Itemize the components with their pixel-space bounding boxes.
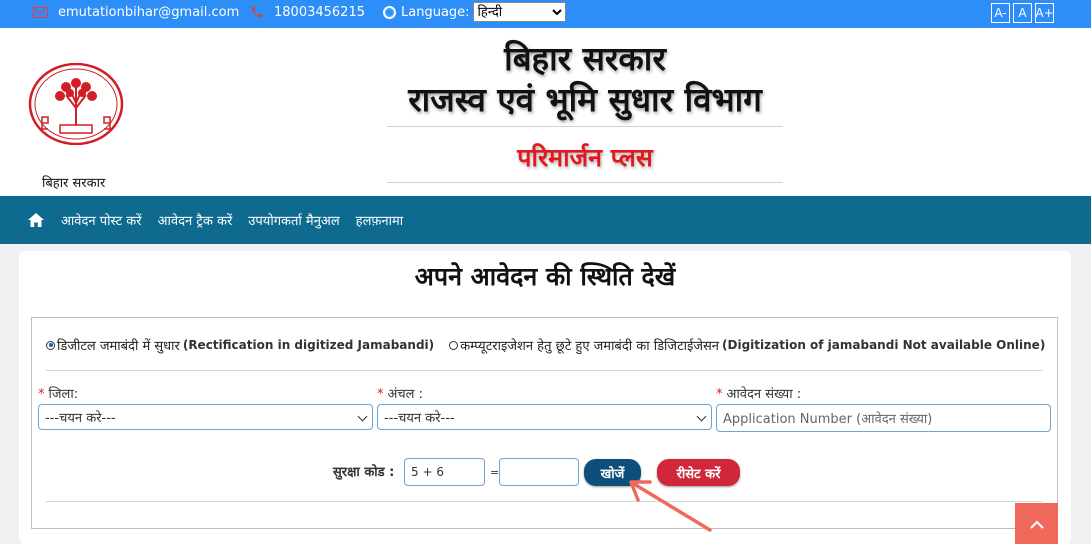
district-select[interactable]: ---चयन करे--- bbox=[38, 404, 373, 430]
scroll-to-top-button[interactable] bbox=[1015, 503, 1058, 544]
radio-digitization[interactable]: कम्प्यूटराइजेशन हेतु छूटे हुए जमाबंदी का… bbox=[449, 336, 1045, 354]
chevron-down-icon bbox=[357, 411, 368, 422]
header-divider bbox=[387, 182, 783, 183]
font-normal-button[interactable]: A bbox=[1013, 3, 1032, 23]
circle-label: * अंचल : bbox=[377, 387, 424, 402]
font-decrease-button[interactable]: A- bbox=[991, 3, 1010, 23]
portal-subtitle: परिमार्जन प्लस bbox=[517, 143, 653, 172]
header-divider bbox=[387, 126, 783, 127]
captcha-question: 5 + 6 bbox=[404, 458, 485, 486]
application-type-radios: डिजीटल जमाबंदी में सुधार (Rectification … bbox=[46, 336, 1060, 354]
chevron-down-icon bbox=[696, 411, 707, 422]
department-title: राजस्व एवं भूमि सुधार विभाग bbox=[408, 80, 762, 119]
emblem-caption: बिहार सरकार bbox=[42, 176, 106, 191]
radio-rectification-english: (Rectification in digitized Jamabandi) bbox=[182, 338, 435, 352]
search-form: डिजीटल जमाबंदी में सुधार (Rectification … bbox=[31, 317, 1058, 529]
circle-select[interactable]: ---चयन करे--- bbox=[377, 404, 712, 430]
district-select-value: ---चयन करे--- bbox=[45, 411, 116, 426]
phone-icon bbox=[251, 6, 263, 18]
captcha-label: सुरक्षा कोड : bbox=[333, 465, 395, 480]
language-selector: Language: हिन्दी bbox=[383, 0, 566, 24]
radio-digitization-hindi: कम्प्यूटराइजेशन हेतु छूटे हुए जमाबंदी का… bbox=[460, 339, 720, 354]
main-nav: आवेदन पोस्ट करें आवेदन ट्रैक करें उपयोगक… bbox=[0, 196, 1091, 244]
nav-track-application[interactable]: आवेदन ट्रैक करें bbox=[158, 211, 233, 229]
nav-post-application[interactable]: आवेदन पोस्ट करें bbox=[61, 211, 142, 229]
radio-rectification[interactable]: डिजीटल जमाबंदी में सुधार (Rectification … bbox=[46, 336, 434, 354]
radio-rectification-hindi: डिजीटल जमाबंदी में सुधार bbox=[57, 339, 180, 354]
font-increase-button[interactable]: A+ bbox=[1035, 3, 1054, 23]
circle-select-value: ---चयन करे--- bbox=[384, 411, 455, 426]
bihar-emblem-logo bbox=[28, 63, 124, 145]
site-header: बिहार सरकार बिहार सरकार राजस्व एवं भूमि … bbox=[0, 28, 1091, 196]
district-label: * जिला: bbox=[38, 387, 79, 402]
email-contact[interactable]: emutationbihar@gmail.com bbox=[33, 0, 239, 24]
top-bar: emutationbihar@gmail.com 18003456215 Lan… bbox=[0, 0, 1091, 28]
phone-text: 18003456215 bbox=[274, 4, 365, 20]
envelope-icon bbox=[33, 6, 48, 18]
language-label: Language: bbox=[401, 4, 470, 20]
nav-user-manual[interactable]: उपयोगकर्ता मैनुअल bbox=[248, 211, 339, 229]
font-size-controls: A- A A+ bbox=[991, 3, 1054, 23]
email-text: emutationbihar@gmail.com bbox=[58, 4, 240, 20]
annotation-arrow-icon bbox=[629, 480, 712, 532]
equals-sign: = bbox=[490, 466, 500, 479]
radio-selected-icon[interactable] bbox=[46, 340, 55, 350]
phone-contact[interactable]: 18003456215 bbox=[250, 0, 365, 24]
home-icon[interactable] bbox=[28, 213, 44, 227]
captcha-answer-input[interactable] bbox=[499, 458, 579, 486]
language-select[interactable]: हिन्दी bbox=[472, 2, 566, 22]
application-number-placeholder: Application Number (आवेदन संख्या) bbox=[723, 412, 933, 427]
application-number-label: * आवेदन संख्या : bbox=[716, 387, 802, 402]
application-number-input[interactable]: Application Number (आवेदन संख्या) bbox=[716, 404, 1051, 432]
nav-affidavit[interactable]: हलफ़नामा bbox=[356, 211, 403, 229]
status-panel: अपने आवेदन की स्थिति देखें डिजीटल जमाबंद… bbox=[19, 251, 1071, 544]
form-divider bbox=[46, 501, 1043, 502]
government-title: बिहार सरकार bbox=[504, 39, 666, 78]
globe-icon bbox=[383, 5, 396, 19]
radio-digitization-english: (Digitization of jamabandi Not available… bbox=[722, 338, 1046, 352]
radio-unselected-icon[interactable] bbox=[449, 340, 459, 350]
chevron-up-icon bbox=[1029, 520, 1044, 529]
form-divider bbox=[46, 370, 1043, 371]
page-title: अपने आवेदन की स्थिति देखें bbox=[414, 262, 676, 291]
